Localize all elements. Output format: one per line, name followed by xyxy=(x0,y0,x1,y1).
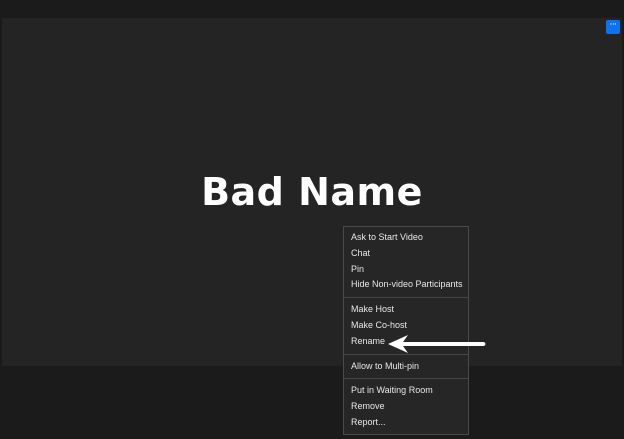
menu-item-hide-non-video-participants[interactable]: Hide Non-video Participants xyxy=(344,277,468,293)
menu-item-chat[interactable]: Chat xyxy=(344,246,468,262)
participant-context-menu: Ask to Start Video Chat Pin Hide Non-vid… xyxy=(343,226,469,435)
top-strip xyxy=(0,0,624,18)
menu-item-ask-to-start-video[interactable]: Ask to Start Video xyxy=(344,230,468,246)
menu-item-remove[interactable]: Remove xyxy=(344,399,468,415)
menu-divider xyxy=(344,378,468,380)
more-options-icon: ··· xyxy=(609,20,617,30)
bottom-strip xyxy=(0,366,624,439)
menu-item-report[interactable]: Report... xyxy=(344,415,468,431)
menu-item-pin[interactable]: Pin xyxy=(344,262,468,278)
menu-item-put-in-waiting-room[interactable]: Put in Waiting Room xyxy=(344,383,468,399)
menu-item-make-co-host[interactable]: Make Co-host xyxy=(344,318,468,334)
more-options-button[interactable]: ··· xyxy=(606,20,620,34)
menu-item-allow-to-multi-pin[interactable]: Allow to Multi-pin xyxy=(344,359,468,375)
meeting-window: Bad Name ··· Ask to Start Video Chat Pin… xyxy=(0,0,624,439)
menu-divider xyxy=(344,297,468,299)
participant-name: Bad Name xyxy=(201,170,423,214)
menu-item-make-host[interactable]: Make Host xyxy=(344,302,468,318)
arrow-left-icon xyxy=(388,335,486,353)
